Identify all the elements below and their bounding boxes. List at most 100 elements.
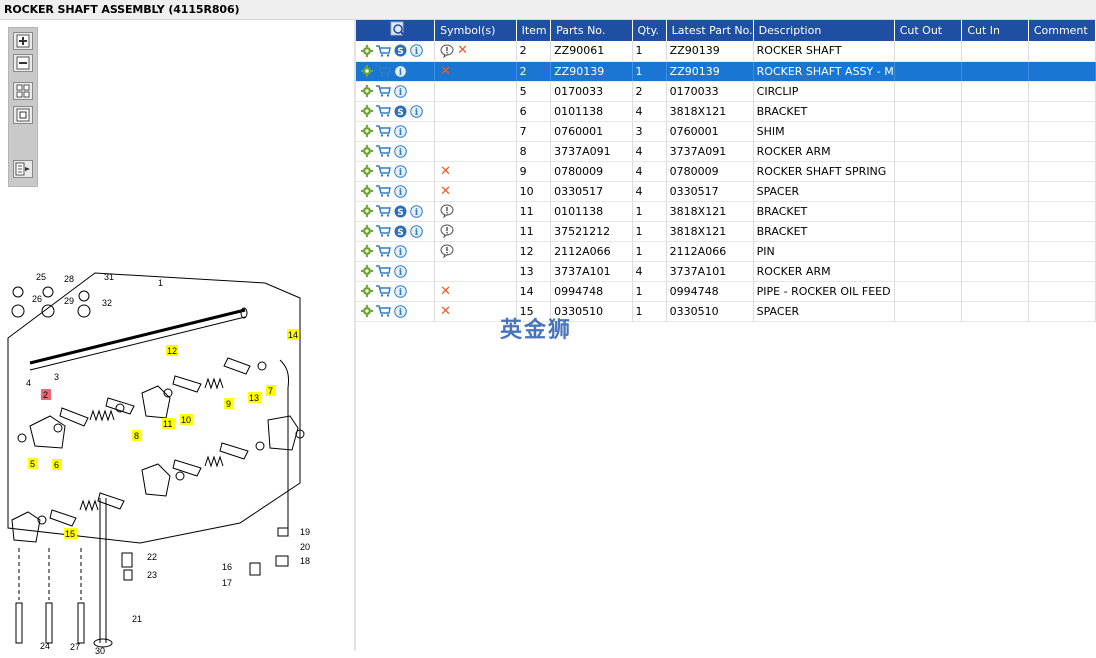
supersession-icon[interactable]: S: [394, 44, 407, 57]
table-row[interactable]: i 8 3737A091 4 3737A091 ROCKER ARM: [356, 141, 1096, 162]
info-icon[interactable]: i: [394, 84, 407, 98]
gear-icon[interactable]: [361, 85, 373, 97]
column-comment[interactable]: Comment: [1028, 20, 1096, 41]
gear-icon[interactable]: [361, 305, 373, 317]
gear-icon[interactable]: [361, 285, 373, 297]
column-search-header[interactable]: [356, 20, 436, 41]
table-row[interactable]: i 12 2112A066 1 2112A066 PIN: [356, 241, 1096, 262]
gear-icon[interactable]: [361, 105, 373, 117]
table-row[interactable]: i ✕ 9 0780009 4 0780009 ROCKER SHAFT SPRING: [356, 161, 1096, 182]
zoom-out-button[interactable]: [13, 54, 33, 72]
export-button[interactable]: [13, 160, 33, 178]
table-row[interactable]: i 7 0760001 3 0760001 SHIM: [356, 121, 1096, 142]
cart-icon[interactable]: [376, 205, 391, 217]
column-item[interactable]: Item: [516, 20, 552, 41]
info-icon[interactable]: i: [394, 164, 407, 178]
svg-text:i: i: [415, 228, 419, 238]
table-row[interactable]: i 13 3737A101 4 3737A101 ROCKER ARM: [356, 261, 1096, 282]
info-icon[interactable]: i: [410, 44, 423, 57]
fit-button[interactable]: [13, 82, 33, 100]
info-icon[interactable]: i: [394, 244, 407, 258]
supersession-icon[interactable]: S: [394, 205, 407, 218]
row-symbols: [434, 261, 517, 282]
cart-icon[interactable]: [376, 225, 391, 237]
info-icon[interactable]: i: [410, 204, 423, 218]
info-icon[interactable]: i: [394, 184, 407, 198]
supersession-icon[interactable]: S: [394, 105, 407, 118]
cart-icon[interactable]: [376, 185, 391, 197]
info-icon[interactable]: i: [394, 64, 407, 78]
svg-text:S: S: [397, 228, 403, 238]
table-row[interactable]: Si 11 37521212 1 3818X121 BRACKET: [356, 221, 1096, 242]
cart-icon[interactable]: [376, 285, 391, 297]
gear-icon[interactable]: [361, 245, 373, 257]
info-icon[interactable]: i: [394, 304, 407, 318]
table-row[interactable]: i ✕ 15 0330510 1 0330510 SPACER: [356, 301, 1096, 322]
cart-icon[interactable]: [376, 45, 391, 57]
cell-cut-in: [961, 301, 1029, 322]
gear-icon[interactable]: [361, 205, 373, 217]
table-row[interactable]: i 5 0170033 2 0170033 CIRCLIP: [356, 81, 1096, 102]
cell-parts-no: 3737A101: [550, 261, 633, 282]
info-icon[interactable]: i: [410, 224, 423, 238]
info-icon[interactable]: i: [410, 104, 423, 118]
cart-icon[interactable]: [376, 145, 391, 157]
gear-icon[interactable]: [361, 44, 373, 57]
note-icon[interactable]: [440, 204, 454, 218]
diagram-pane: 25 28 31 26 29 32 1 4 3 16 17 22 23 19 2…: [0, 20, 354, 656]
table-row[interactable]: Si 6 0101138 4 3818X121 BRACKET: [356, 101, 1096, 122]
callout-25: 25: [36, 272, 46, 282]
gear-icon[interactable]: [361, 145, 373, 157]
table-row[interactable]: i ✕ 14 0994748 1 0994748 PIPE - ROCKER OIL FEE…: [356, 281, 1096, 302]
cell-parts-no: ZZ90139: [550, 61, 633, 82]
callout-19: 19: [300, 527, 310, 537]
cart-icon[interactable]: [376, 65, 391, 77]
cell-latest-part-no: 3818X121: [666, 221, 754, 242]
zoom-in-button[interactable]: [13, 32, 33, 50]
gear-icon[interactable]: [361, 225, 373, 237]
cart-icon[interactable]: [376, 265, 391, 277]
table-row[interactable]: Si 11 0101138 1 3818X121 BRACKET: [356, 201, 1096, 222]
callout-1: 1: [158, 278, 163, 288]
cell-parts-no: 0760001: [550, 121, 633, 142]
cart-icon[interactable]: [376, 105, 391, 117]
callout-23: 23: [147, 570, 157, 580]
cart-icon[interactable]: [376, 245, 391, 257]
row-actions: i: [356, 181, 436, 202]
cart-icon[interactable]: [376, 85, 391, 97]
info-icon[interactable]: i: [394, 264, 407, 278]
column-qty[interactable]: Qty.: [632, 20, 667, 41]
gear-icon[interactable]: [361, 65, 373, 77]
column-description[interactable]: Description: [753, 20, 895, 41]
actual-size-button[interactable]: [13, 106, 33, 124]
column-cut-in[interactable]: Cut In: [961, 20, 1029, 41]
cart-icon[interactable]: [376, 165, 391, 177]
cell-qty: 1: [632, 201, 667, 222]
cell-comment: [1028, 161, 1096, 182]
cell-comment: [1028, 221, 1096, 242]
gear-icon[interactable]: [361, 185, 373, 197]
column-symbols[interactable]: Symbol(s): [434, 20, 517, 41]
gear-icon[interactable]: [361, 165, 373, 177]
column-parts-no[interactable]: Parts No.: [550, 20, 633, 41]
supersession-icon[interactable]: S: [394, 225, 407, 238]
cell-parts-no: 3737A091: [550, 141, 633, 162]
cell-item: 5: [516, 81, 552, 102]
gear-icon[interactable]: [361, 125, 373, 137]
info-icon[interactable]: i: [394, 144, 407, 158]
info-icon[interactable]: i: [394, 284, 407, 298]
cart-icon[interactable]: [376, 305, 391, 317]
table-row[interactable]: i ✕ 10 0330517 4 0330517 SPACER: [356, 181, 1096, 202]
cell-item: 12: [516, 241, 552, 262]
note-icon[interactable]: [440, 224, 454, 238]
info-icon[interactable]: i: [394, 124, 407, 138]
table-row[interactable]: i ✕ 2 ZZ90139 1 ZZ90139 ROCKER SHAFT ASSY - M: [356, 61, 1096, 82]
note-icon[interactable]: [440, 44, 454, 58]
table-row[interactable]: Si ✕ 2 ZZ90061 1 ZZ90139 ROCKER SHAFT: [356, 41, 1096, 62]
cell-cut-in: [961, 121, 1029, 142]
column-latest-part-no[interactable]: Latest Part No.: [666, 20, 754, 41]
gear-icon[interactable]: [361, 265, 373, 277]
column-cut-out[interactable]: Cut Out: [894, 20, 963, 41]
cart-icon[interactable]: [376, 125, 391, 137]
note-icon[interactable]: [440, 244, 454, 258]
